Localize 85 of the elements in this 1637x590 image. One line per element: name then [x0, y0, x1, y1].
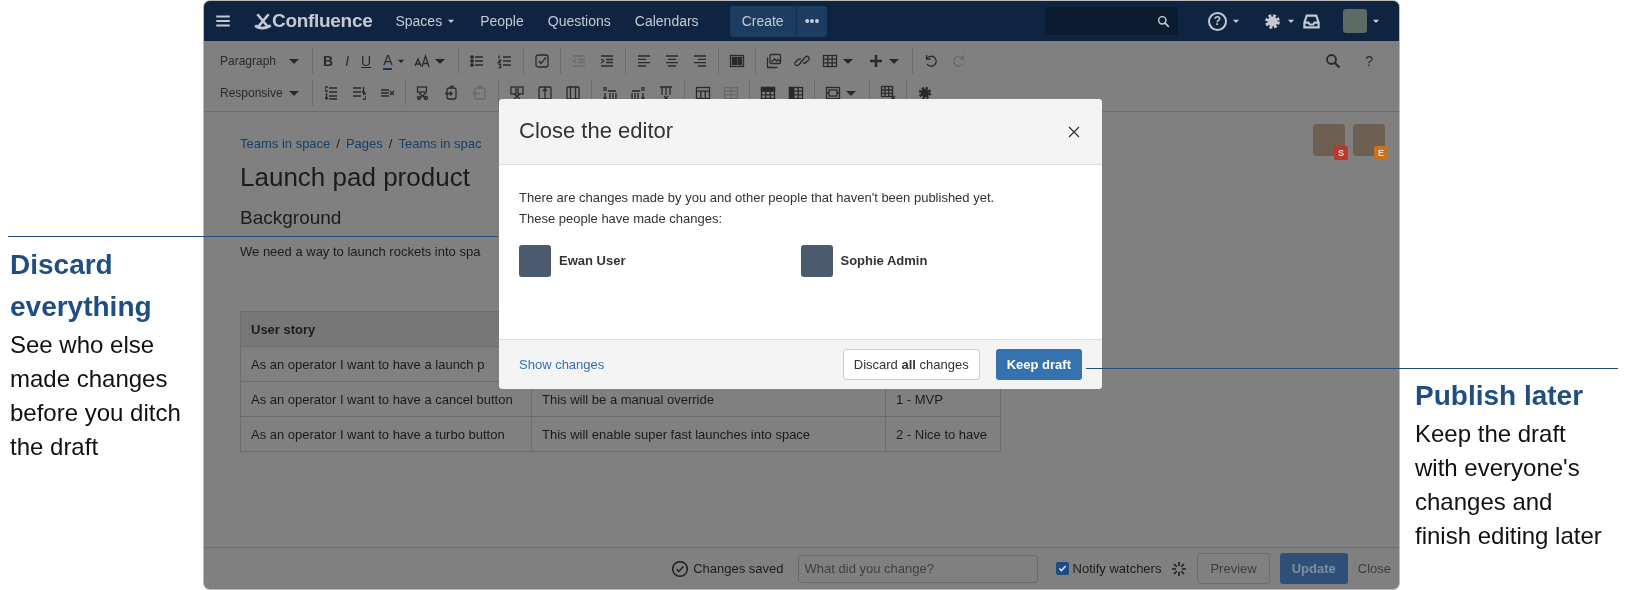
- check-circle-icon: [671, 559, 690, 578]
- bold-button[interactable]: B: [319, 48, 338, 74]
- column-paste-icon[interactable]: [565, 85, 581, 101]
- close-link[interactable]: Close: [1357, 558, 1391, 579]
- table-cell: As an operator I want to have a turbo button: [240, 417, 532, 452]
- breadcrumb-link[interactable]: Pages: [345, 134, 383, 154]
- discard-button[interactable]: Discard all changes: [842, 348, 980, 381]
- underline-button[interactable]: U: [357, 48, 376, 74]
- notify-label: Notify watchers: [1072, 559, 1162, 578]
- breadcrumb-link[interactable]: Teams in spac: [398, 134, 482, 154]
- row-below-icon[interactable]: [351, 85, 367, 101]
- italic-button[interactable]: I: [341, 48, 353, 74]
- numbered-list-icon[interactable]: [497, 53, 514, 69]
- plus-icon[interactable]: [868, 53, 885, 69]
- breadcrumb-link[interactable]: Teams in space: [240, 134, 331, 154]
- table-cell: 2 - Nice to have: [885, 417, 1001, 452]
- column-cut-icon[interactable]: [509, 85, 525, 101]
- annotation-heading: Publish later: [1415, 379, 1585, 413]
- nav-link[interactable]: Calendars: [625, 6, 708, 36]
- column-left-icon[interactable]: [602, 85, 618, 101]
- text-color-button[interactable]: A: [379, 48, 397, 74]
- paragraph-style-dropdown[interactable]: Paragraph: [216, 48, 306, 74]
- breadcrumb-separator: /: [388, 135, 393, 153]
- person-name: Sophie Admin: [840, 252, 928, 271]
- table-cell: This will enable super fast launches into space: [531, 417, 886, 452]
- create-button[interactable]: Create: [729, 5, 796, 37]
- help-button[interactable]: ?: [1208, 11, 1227, 31]
- row-above-icon[interactable]: [323, 85, 339, 101]
- checkbox-icon[interactable]: [534, 53, 551, 69]
- nav-link[interactable]: Questions: [538, 6, 620, 36]
- table-width-dropdown[interactable]: Responsive: [216, 80, 306, 106]
- more-button[interactable]: •••: [795, 5, 828, 37]
- breadcrumb-separator: /: [336, 135, 340, 153]
- cell-properties-icon[interactable]: [825, 85, 841, 101]
- save-status: Changes saved: [693, 559, 784, 578]
- person-name: Ewan User: [559, 252, 626, 271]
- layout-icon[interactable]: [729, 53, 746, 69]
- align-center-icon[interactable]: [664, 53, 681, 69]
- link-icon[interactable]: [794, 53, 811, 69]
- search-icon: [1157, 14, 1170, 28]
- indent-icon[interactable]: [599, 53, 616, 69]
- avatar-badge: E: [1374, 146, 1388, 160]
- annotation-text: See who else made changes before you ditch the draft: [10, 330, 181, 462]
- avatar-placeholder: [800, 245, 833, 277]
- table-icon[interactable]: [822, 53, 839, 69]
- align-left-icon[interactable]: [636, 53, 653, 69]
- logo-mark-icon: [254, 12, 272, 30]
- delete-column-icon[interactable]: [658, 85, 674, 101]
- page-title: Launch pad product: [240, 162, 470, 194]
- inbox-icon[interactable]: [1302, 11, 1321, 31]
- dialog-message: These people have made changes:: [519, 210, 724, 228]
- avatar-badge: S: [1334, 146, 1348, 160]
- menu-icon[interactable]: [214, 12, 232, 30]
- dialog-title: Close the editor: [519, 118, 674, 145]
- column-copy-icon[interactable]: [537, 85, 553, 101]
- column-right-icon[interactable]: [630, 85, 646, 101]
- preview-button[interactable]: Preview: [1197, 552, 1270, 585]
- image-icon[interactable]: [766, 53, 783, 69]
- delete-table-icon[interactable]: [880, 85, 896, 101]
- app-logo[interactable]: Confluence: [254, 6, 373, 36]
- keep-draft-button[interactable]: Keep draft: [995, 348, 1082, 381]
- nav-link[interactable]: Spaces: [386, 6, 466, 36]
- section-heading: Background: [240, 207, 342, 230]
- nav-link[interactable]: People: [471, 6, 533, 36]
- search-field[interactable]: [1045, 7, 1178, 35]
- settings-icon[interactable]: [917, 85, 933, 101]
- avatar-placeholder: [519, 245, 551, 277]
- header-column-icon[interactable]: [788, 85, 804, 101]
- text-size-icon[interactable]: [414, 53, 431, 69]
- search-icon[interactable]: [1325, 53, 1342, 69]
- undo-icon[interactable]: [923, 53, 940, 69]
- align-right-icon[interactable]: [692, 53, 709, 69]
- spinner-icon: [1171, 560, 1188, 577]
- comment-field[interactable]: What did you change?: [797, 554, 1038, 583]
- copy-icon[interactable]: [444, 85, 460, 101]
- bullet-list-icon[interactable]: [469, 53, 486, 69]
- paragraph-text: We need a way to launch rockets into spa: [240, 243, 481, 261]
- help-button[interactable]: ?: [1361, 48, 1377, 74]
- settings-icon[interactable]: [1263, 11, 1282, 31]
- header-row-icon[interactable]: [760, 85, 776, 101]
- annotation-heading: Discard everything: [10, 248, 153, 324]
- merge-cells-icon[interactable]: [695, 85, 711, 101]
- notify-checkbox[interactable]: [1055, 562, 1069, 575]
- dialog-message: There are changes made by you and other people that haven't been published yet.: [519, 189, 996, 207]
- annotation-text: Keep the draft with everyone's changes and finish editing later: [1415, 419, 1603, 551]
